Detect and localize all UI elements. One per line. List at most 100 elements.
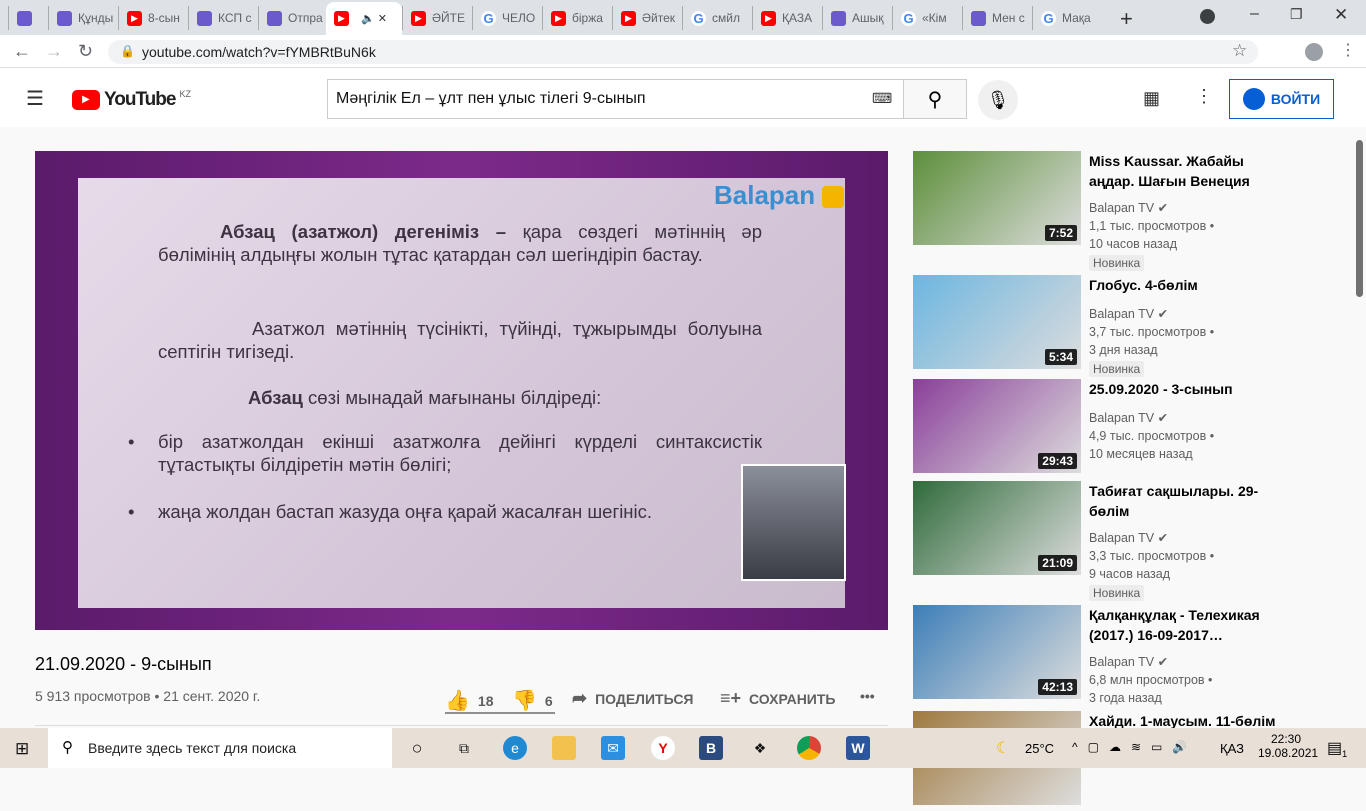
sign-language-interpreter [741, 464, 846, 581]
hamburger-menu-icon[interactable]: ☰ [26, 86, 44, 111]
related-video-item[interactable]: 5:34 Глобус. 4-бөлім Balapan TV ✔ 3,7 тыс. … [913, 275, 1353, 377]
tab-label: ҚАЗА [782, 11, 813, 25]
browser-tab[interactable]: ▶ Әйтек [612, 6, 682, 30]
browser-tab[interactable]: ▶ ӘЙТЕ [402, 6, 472, 30]
notifications-icon[interactable]: ▤1 [1327, 738, 1347, 759]
browser-tab[interactable]: G Мақа [1032, 6, 1102, 30]
video-thumbnail[interactable]: 21:09 [913, 481, 1081, 575]
dislike-button[interactable]: 👎 6 [512, 688, 553, 713]
input-language[interactable]: ҚАЗ [1220, 741, 1244, 756]
task-view-icon[interactable]: ⧉ [452, 736, 476, 760]
video-thumbnail[interactable]: 7:52 [913, 151, 1081, 245]
verified-icon: ✔ [1157, 655, 1169, 669]
app-icon [17, 10, 32, 26]
browser-tab[interactable]: G «Кім [892, 6, 962, 30]
related-video-item[interactable]: 21:09 Табиғат сақшылары. 29-бөлім Balapan … [913, 481, 1353, 601]
save-button[interactable]: ≡+ СОХРАНИТЬ [720, 688, 835, 709]
related-title[interactable]: Miss Kaussar. Жабайы аңдар. Шағын Венеци… [1089, 151, 1289, 191]
view-count: 3,7 тыс. просмотров • [1089, 325, 1215, 339]
clock[interactable]: 22:30 19.08.2021 [1258, 732, 1318, 760]
apps-grid-icon[interactable]: ▦ [1143, 88, 1160, 109]
like-button[interactable]: 👍 18 [445, 688, 493, 713]
channel-name[interactable]: Balapan TV ✔ [1089, 653, 1168, 671]
related-title[interactable]: Табиғат сақшылары. 29-бөлім [1089, 481, 1289, 521]
logo-text: YouTube [104, 89, 176, 110]
related-video-item[interactable]: 29:43 25.09.2020 - 3-сынып Balapan TV ✔ 4,9… [913, 379, 1353, 479]
yandex-icon[interactable]: Y [651, 736, 675, 760]
keyboard-icon[interactable]: ⌨ [872, 90, 892, 107]
upload-age: 9 часов назад [1089, 567, 1171, 581]
tab-label: Мен с [992, 11, 1025, 25]
thumbs-down-icon: 👎 [512, 690, 537, 712]
tab-label: Әйтек [642, 11, 676, 25]
edge-icon[interactable]: e [503, 736, 527, 760]
url-input[interactable]: youtube.com/watch?v=fYMBRtBuN6k [108, 40, 1258, 64]
browser-tab[interactable]: КСП с [188, 6, 258, 30]
profile-icon[interactable] [1305, 43, 1323, 61]
browser-tab[interactable] [8, 6, 46, 30]
reload-button[interactable]: ↻ [78, 41, 93, 62]
close-window-button[interactable]: ✕ [1334, 5, 1348, 25]
playlist-add-icon: ≡+ [720, 688, 742, 708]
video-thumbnail[interactable]: 42:13 [913, 605, 1081, 699]
file-explorer-icon[interactable] [552, 736, 576, 760]
browser-tab[interactable]: Мен с [962, 6, 1032, 30]
tab-label: КСП с [218, 11, 252, 25]
channel-name[interactable]: Balapan TV ✔ [1089, 409, 1168, 427]
like-count: 18 [477, 692, 494, 709]
browser-tab[interactable]: ▶ 🔈 ✕ [326, 2, 402, 35]
video-thumbnail[interactable]: 29:43 [913, 379, 1081, 473]
back-button[interactable]: ← [13, 41, 31, 62]
share-button[interactable]: ➦ ПОДЕЛИТЬСЯ [572, 688, 694, 709]
tab-audio-close-icon[interactable]: 🔈 ✕ [361, 12, 387, 25]
account-icon [1242, 88, 1265, 110]
system-tray-icons[interactable]: ^▢☁≋▭🔊 [1072, 740, 1197, 754]
related-video-item[interactable]: 7:52 Miss Kaussar. Жабайы аңдар. Шағын Ве… [913, 151, 1353, 271]
browser-tab[interactable]: Құнды [48, 6, 118, 30]
related-video-item[interactable]: 42:13 Қалқанқұлақ - Телехикая (2017.) 16-… [913, 605, 1353, 705]
related-title[interactable]: 25.09.2020 - 3-сынып [1089, 379, 1289, 399]
scrollbar[interactable] [1356, 140, 1363, 297]
taskbar-search-input[interactable]: Введите здесь текст для поиска [48, 728, 392, 768]
browser-tab[interactable]: Ашық [822, 6, 892, 30]
app-b-icon[interactable]: B [699, 736, 723, 760]
browser-tab[interactable]: ▶ біржа [542, 6, 612, 30]
more-actions-button[interactable]: ••• [860, 688, 875, 704]
bookmark-star-icon[interactable]: ☆ [1232, 41, 1247, 61]
search-input[interactable]: Мәңгілік Ел – ұлт пен ұлыс тілегі 9-сыны… [327, 79, 904, 119]
related-title[interactable]: Қалқанқұлақ - Телехикая (2017.) 16-09-20… [1089, 605, 1289, 645]
restore-button[interactable]: ❐ [1290, 6, 1303, 23]
settings-more-icon[interactable]: ⋮ [1195, 86, 1213, 107]
browser-tab[interactable]: Отпра [258, 6, 328, 30]
browser-tab[interactable]: Gсмйл [682, 6, 752, 30]
word-icon[interactable]: W [846, 736, 870, 760]
windows-start-icon[interactable]: ⊞ [15, 739, 29, 759]
browser-tab[interactable]: G ЧЕЛО [472, 6, 542, 30]
related-title[interactable]: Глобус. 4-бөлім [1089, 275, 1289, 295]
minimize-button[interactable]: – [1250, 5, 1259, 23]
slide-paragraph-3: Абзац сөзі мынадай мағынаны білдіреді: [248, 387, 602, 408]
channel-name[interactable]: Balapan TV ✔ [1089, 529, 1168, 547]
new-tab-button[interactable]: + [1120, 6, 1133, 32]
menu-icon[interactable]: ⋮ [1340, 40, 1356, 60]
voice-search-microphone-icon[interactable]: 🎙 [978, 80, 1018, 120]
channel-name[interactable]: Balapan TV ✔ [1089, 199, 1168, 217]
video-thumbnail[interactable]: 5:34 [913, 275, 1081, 369]
thumbs-up-icon: 👍 [445, 690, 470, 712]
channel-name[interactable]: Balapan TV ✔ [1089, 305, 1168, 323]
dropbox-icon[interactable]: ❖ [748, 736, 772, 760]
video-title: 21.09.2020 - 9-сынып [35, 654, 212, 674]
chrome-icon[interactable] [797, 736, 821, 760]
youtube-logo[interactable]: ▶ YouTube KZ [72, 89, 191, 111]
mail-icon[interactable]: ✉ [601, 736, 625, 760]
mail-icon [267, 10, 282, 26]
login-button[interactable]: ВОЙТИ [1229, 79, 1334, 119]
search-button[interactable]: ⚲ [903, 79, 967, 119]
cortana-icon[interactable]: ○ [405, 736, 429, 760]
tab-label: Құнды [78, 11, 114, 25]
tab-search-icon[interactable] [1200, 9, 1215, 24]
temperature[interactable]: 25°C [1025, 741, 1054, 756]
forward-button[interactable]: → [45, 41, 63, 62]
browser-tab[interactable]: ▶ ҚАЗА [752, 6, 822, 30]
browser-tab[interactable]: ▶ 8-сын [118, 6, 188, 30]
